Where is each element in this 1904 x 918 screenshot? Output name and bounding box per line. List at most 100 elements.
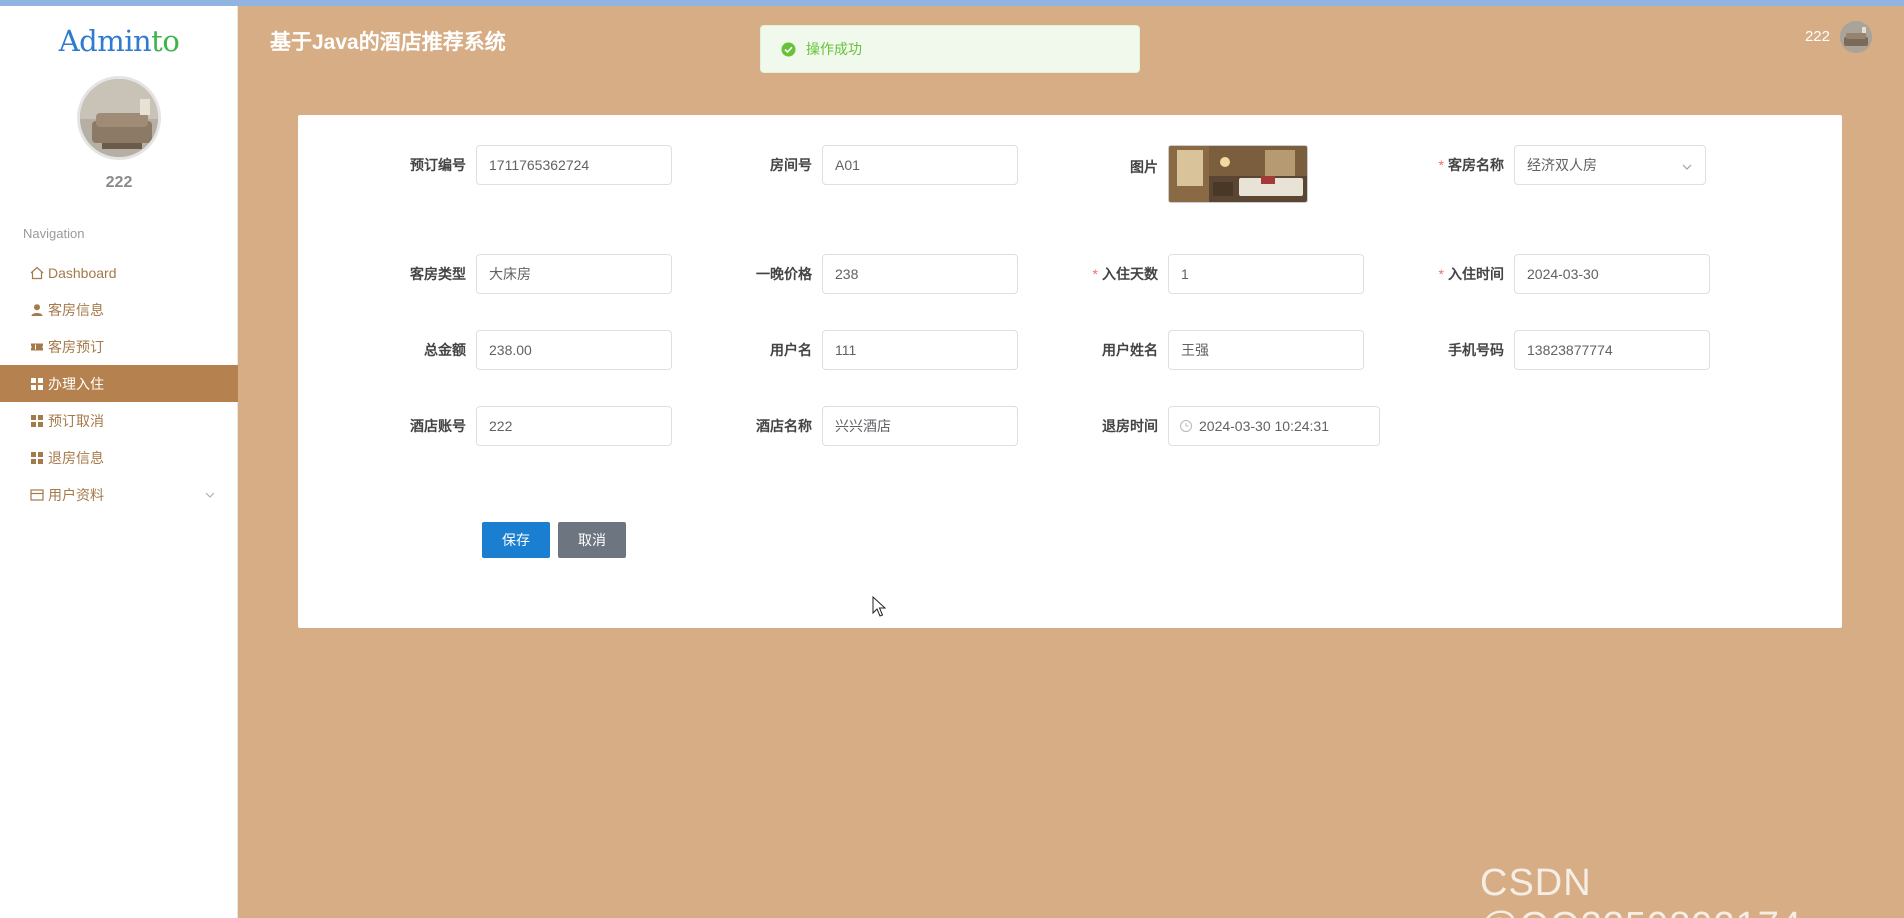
user-realname-input[interactable]: 王强	[1168, 330, 1364, 370]
sidebar-item-room-info[interactable]: 客房信息	[0, 291, 238, 328]
field-phone: 手机号码 13823877774	[1404, 330, 1710, 370]
logo-text-accent: to	[151, 24, 180, 58]
sidebar-item-booking-cancel[interactable]: 预订取消	[0, 402, 238, 439]
total-amount-input[interactable]: 238.00	[476, 330, 672, 370]
save-button[interactable]: 保存	[482, 522, 550, 558]
header-username[interactable]: 222	[1805, 28, 1830, 45]
field-label: 用户姓名	[1102, 342, 1158, 358]
price-per-night-input[interactable]: 238	[822, 254, 1018, 294]
field-checkin-date: * 入住时间 2024-03-30	[1404, 254, 1710, 294]
hotel-name-input[interactable]: 兴兴酒店	[822, 406, 1018, 446]
sidebar-item-user-profile[interactable]: 用户资料	[0, 476, 238, 513]
avatar-image	[80, 79, 158, 157]
field-stay-days: * 入住天数 1	[1058, 254, 1364, 294]
field-label: 预订编号	[410, 157, 466, 173]
card-icon	[30, 488, 44, 502]
home-icon	[30, 266, 44, 280]
required-mark: *	[1092, 266, 1098, 282]
sidebar-item-label: 用户资料	[48, 486, 104, 503]
sidebar-username: 222	[105, 174, 133, 191]
required-mark: *	[1438, 266, 1444, 282]
field-user-realname: 用户姓名 王强	[1058, 330, 1364, 370]
sidebar-item-label: 客房信息	[48, 301, 104, 318]
avatar[interactable]	[77, 76, 161, 160]
checkin-date-input[interactable]: 2024-03-30	[1514, 254, 1710, 294]
field-room-type: 客房类型 大床房	[366, 254, 672, 294]
hotel-account-input[interactable]: 222	[476, 406, 672, 446]
field-label: 总金额	[424, 342, 466, 358]
room-no-input[interactable]: A01	[822, 145, 1018, 185]
field-label: * 入住时间	[1404, 264, 1514, 284]
checkin-form-card: 预订编号 1711765362724 房间号 A01 图片 * 客房名称 经济双人…	[298, 115, 1842, 628]
field-label-text: 入住天数	[1102, 266, 1158, 282]
field-hotel-account: 酒店账号 222	[366, 406, 672, 446]
field-label-text: 客房名称	[1448, 157, 1504, 173]
field-booking-no: 预订编号 1711765362724	[366, 145, 672, 185]
user-icon	[30, 303, 44, 317]
sidebar-item-label: 办理入住	[48, 375, 104, 392]
sidebar-item-label: 退房信息	[48, 449, 104, 466]
grid-icon	[30, 414, 44, 428]
clock-icon	[1179, 419, 1193, 433]
field-label: 图片	[1130, 159, 1158, 175]
room-photo-image	[1169, 146, 1307, 202]
sidebar-item-checkout-info[interactable]: 退房信息	[0, 439, 238, 476]
logo-text: Admin	[58, 24, 152, 58]
top-accent-strip	[0, 0, 1904, 6]
sidebar-item-label: 客房预订	[48, 338, 104, 355]
checkout-time-picker[interactable]: 2024-03-30 10:24:31	[1168, 406, 1380, 446]
field-hotel-name: 酒店名称 兴兴酒店	[712, 406, 1018, 446]
watermark: CSDN @QQ3359892174	[1480, 862, 1801, 918]
sidebar-item-checkin[interactable]: 办理入住	[0, 365, 238, 402]
username-input[interactable]: 111	[822, 330, 1018, 370]
stay-days-input[interactable]: 1	[1168, 254, 1364, 294]
grid-icon	[30, 377, 44, 391]
field-label: * 客房名称	[1404, 155, 1514, 175]
sidebar-item-label: Dashboard	[48, 264, 117, 281]
app-logo[interactable]: Adminto	[0, 24, 238, 58]
field-label: 一晚价格	[756, 266, 812, 282]
field-label: 用户名	[770, 342, 812, 358]
header-avatar[interactable]	[1840, 21, 1872, 53]
field-room-name: * 客房名称 经济双人房	[1404, 145, 1706, 185]
field-picture: 图片	[1058, 145, 1308, 203]
sidebar-item-room-booking[interactable]: 客房预订	[0, 328, 238, 365]
nav-menu: Dashboard 客房信息 客房预订 办理入住 预订取消 退房信息 用户资料	[0, 254, 238, 513]
field-checkout-time: 退房时间 2024-03-30 10:24:31	[1058, 406, 1380, 446]
chevron-down-icon	[1681, 160, 1693, 172]
page-title: 基于Java的酒店推荐系统	[270, 31, 506, 54]
field-label: 退房时间	[1102, 418, 1158, 434]
room-name-selected: 经济双人房	[1527, 157, 1597, 173]
sidebar-item-label: 预订取消	[48, 412, 104, 429]
field-label: 酒店账号	[410, 418, 466, 434]
field-label: 房间号	[770, 157, 812, 173]
checkout-time-value: 2024-03-30 10:24:31	[1199, 418, 1329, 434]
field-label: * 入住天数	[1058, 264, 1168, 284]
field-price-per-night: 一晚价格 238	[712, 254, 1018, 294]
sidebar: Adminto 222 Navigation Dashboard 客房信息 客房…	[0, 6, 238, 918]
success-toast: 操作成功	[760, 25, 1140, 73]
ticket-icon	[30, 340, 44, 354]
mouse-cursor-icon	[872, 595, 887, 618]
toast-message: 操作成功	[806, 41, 862, 57]
field-room-no: 房间号 A01	[712, 145, 1018, 185]
field-label: 客房类型	[410, 266, 466, 282]
field-total-amount: 总金额 238.00	[366, 330, 672, 370]
room-type-input[interactable]: 大床房	[476, 254, 672, 294]
check-circle-icon	[781, 42, 796, 57]
sidebar-item-dashboard[interactable]: Dashboard	[0, 254, 238, 291]
chevron-down-icon[interactable]	[204, 488, 216, 500]
cancel-button[interactable]: 取消	[558, 522, 626, 558]
field-label: 手机号码	[1448, 342, 1504, 358]
header-avatar-image	[1840, 21, 1872, 53]
booking-no-input[interactable]: 1711765362724	[476, 145, 672, 185]
room-photo[interactable]	[1168, 145, 1308, 203]
field-label: 酒店名称	[756, 418, 812, 434]
nav-heading: Navigation	[23, 226, 85, 241]
grid-icon	[30, 451, 44, 465]
room-name-select[interactable]: 经济双人房	[1514, 145, 1706, 185]
field-label-text: 入住时间	[1448, 266, 1504, 282]
required-mark: *	[1438, 157, 1444, 173]
phone-input[interactable]: 13823877774	[1514, 330, 1710, 370]
field-username: 用户名 111	[712, 330, 1018, 370]
